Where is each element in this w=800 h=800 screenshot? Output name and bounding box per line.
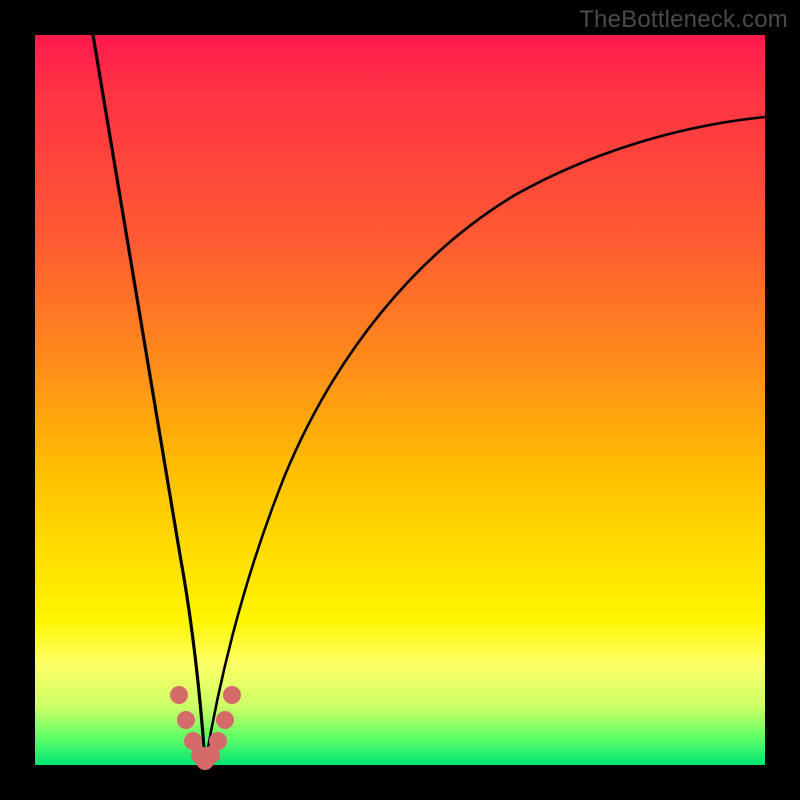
watermark-text: TheBottleneck.com <box>579 6 788 34</box>
marker-dot <box>177 711 195 729</box>
marker-dot <box>209 732 227 750</box>
marker-dot <box>223 686 241 704</box>
bottleneck-marker-cluster <box>170 686 241 770</box>
outer-frame: TheBottleneck.com <box>0 0 800 800</box>
chart-svg <box>35 35 765 765</box>
curve-left-branch <box>93 35 205 765</box>
marker-dot <box>216 711 234 729</box>
marker-dot <box>170 686 188 704</box>
curve-right-branch <box>205 117 765 765</box>
chart-plot-area <box>35 35 765 765</box>
